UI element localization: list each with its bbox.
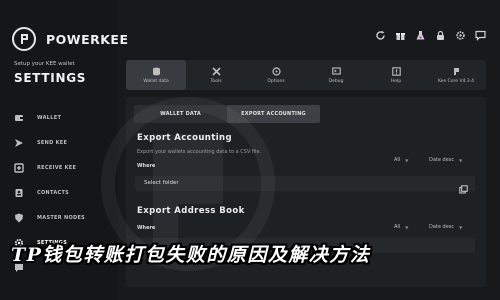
tools-icon <box>211 66 221 76</box>
where-label: Where <box>137 163 156 169</box>
sort-dropdown[interactable]: Date desc ▼ <box>429 224 462 230</box>
kee-icon <box>452 67 461 76</box>
receive-icon <box>14 162 24 173</box>
tab-label: Help <box>390 78 402 84</box>
export-address-book-title: Export Address Book <box>137 206 245 216</box>
sidebar-item-label: SEND KEE <box>37 139 68 146</box>
sidebar-item-master-nodes[interactable]: MASTER NODES <box>14 205 85 230</box>
overlay-caption: TP钱包转账打包失败的原因及解决方法 <box>11 244 371 266</box>
gift-icon[interactable] <box>395 30 406 41</box>
flask-icon[interactable] <box>415 30 426 41</box>
sidebar-item-wallet[interactable]: WALLET <box>14 105 85 130</box>
refresh-icon[interactable] <box>375 30 386 41</box>
settings-tabs: Wallet data Tools Options Debug Help Kee… <box>126 60 486 90</box>
select-folder-placeholder: Select folder <box>144 180 179 186</box>
sidebar-item-label: CONTACTS <box>37 189 70 196</box>
tab-help[interactable]: Help <box>366 60 426 90</box>
brand-name: POWERKEE <box>46 31 129 47</box>
sidebar-item-label: RECEIVE KEE <box>37 164 77 171</box>
sort-dropdown[interactable]: Date desc ▼ <box>429 157 462 163</box>
chevron-down-icon: ▼ <box>405 157 409 163</box>
sidebar-item-label: MASTER NODES <box>37 214 86 221</box>
tab-label: Debug <box>328 78 344 84</box>
brand-logo: POWERKEE <box>12 27 129 51</box>
subtab-wallet-data[interactable]: WALLET DATA <box>134 105 227 123</box>
export-accounting-description: Export your wallets accounting data to a… <box>137 149 262 155</box>
send-icon <box>14 138 24 148</box>
filter-dropdown[interactable]: All ▼ <box>394 224 408 230</box>
subtab-export-accounting[interactable]: EXPORT ACCOUNTING <box>227 105 320 123</box>
tab-label: Options <box>267 78 285 84</box>
wallet-icon <box>14 113 24 123</box>
sort-value: Date desc <box>429 157 455 163</box>
chat-icon[interactable] <box>475 30 486 41</box>
filter-dropdown[interactable]: All ▼ <box>394 157 408 163</box>
where-label: Where <box>137 225 156 231</box>
chevron-down-icon: ▼ <box>459 157 463 163</box>
filter-value: All <box>394 157 401 163</box>
debug-icon <box>331 66 341 76</box>
tab-options[interactable]: Options <box>246 60 306 90</box>
tab-label: Wallet data <box>143 78 169 84</box>
help-icon <box>391 66 401 76</box>
setup-text: Setup your KEE wallet <box>14 61 75 67</box>
options-icon <box>271 66 281 76</box>
sidebar-item-label: WALLET <box>37 114 62 121</box>
tab-label: Tools <box>210 78 222 84</box>
page-title: SETTINGS <box>14 71 87 85</box>
tab-kee-core[interactable]: Kee Core V4.3.4 <box>426 60 486 90</box>
chevron-down-icon: ▼ <box>405 224 409 230</box>
copy-icon[interactable] <box>459 179 468 194</box>
lock-icon[interactable] <box>435 30 446 41</box>
tab-debug[interactable]: Debug <box>306 60 366 90</box>
sidebar-item-send-kee[interactable]: SEND KEE <box>14 130 85 155</box>
settings-icon[interactable] <box>455 30 466 41</box>
toolbar-icons <box>375 30 486 41</box>
powerkee-logo-icon <box>12 27 36 51</box>
filter-value: All <box>394 224 401 230</box>
chevron-down-icon: ▼ <box>459 224 463 230</box>
tab-wallet-data[interactable]: Wallet data <box>126 60 186 90</box>
database-icon <box>152 67 161 76</box>
sort-value: Date desc <box>429 224 455 230</box>
shield-icon <box>14 213 24 223</box>
export-accounting-title: Export Accounting <box>137 133 232 143</box>
contacts-icon <box>14 188 24 198</box>
tab-label: Kee Core V4.3.4 <box>437 78 475 84</box>
sidebar-item-contacts[interactable]: CONTACTS <box>14 180 85 205</box>
tab-tools[interactable]: Tools <box>186 60 246 90</box>
select-folder-field[interactable]: Select folder <box>135 176 475 194</box>
wallet-data-subtabs: WALLET DATA EXPORT ACCOUNTING <box>134 105 320 123</box>
sidebar-item-receive-kee[interactable]: RECEIVE KEE <box>14 155 85 180</box>
